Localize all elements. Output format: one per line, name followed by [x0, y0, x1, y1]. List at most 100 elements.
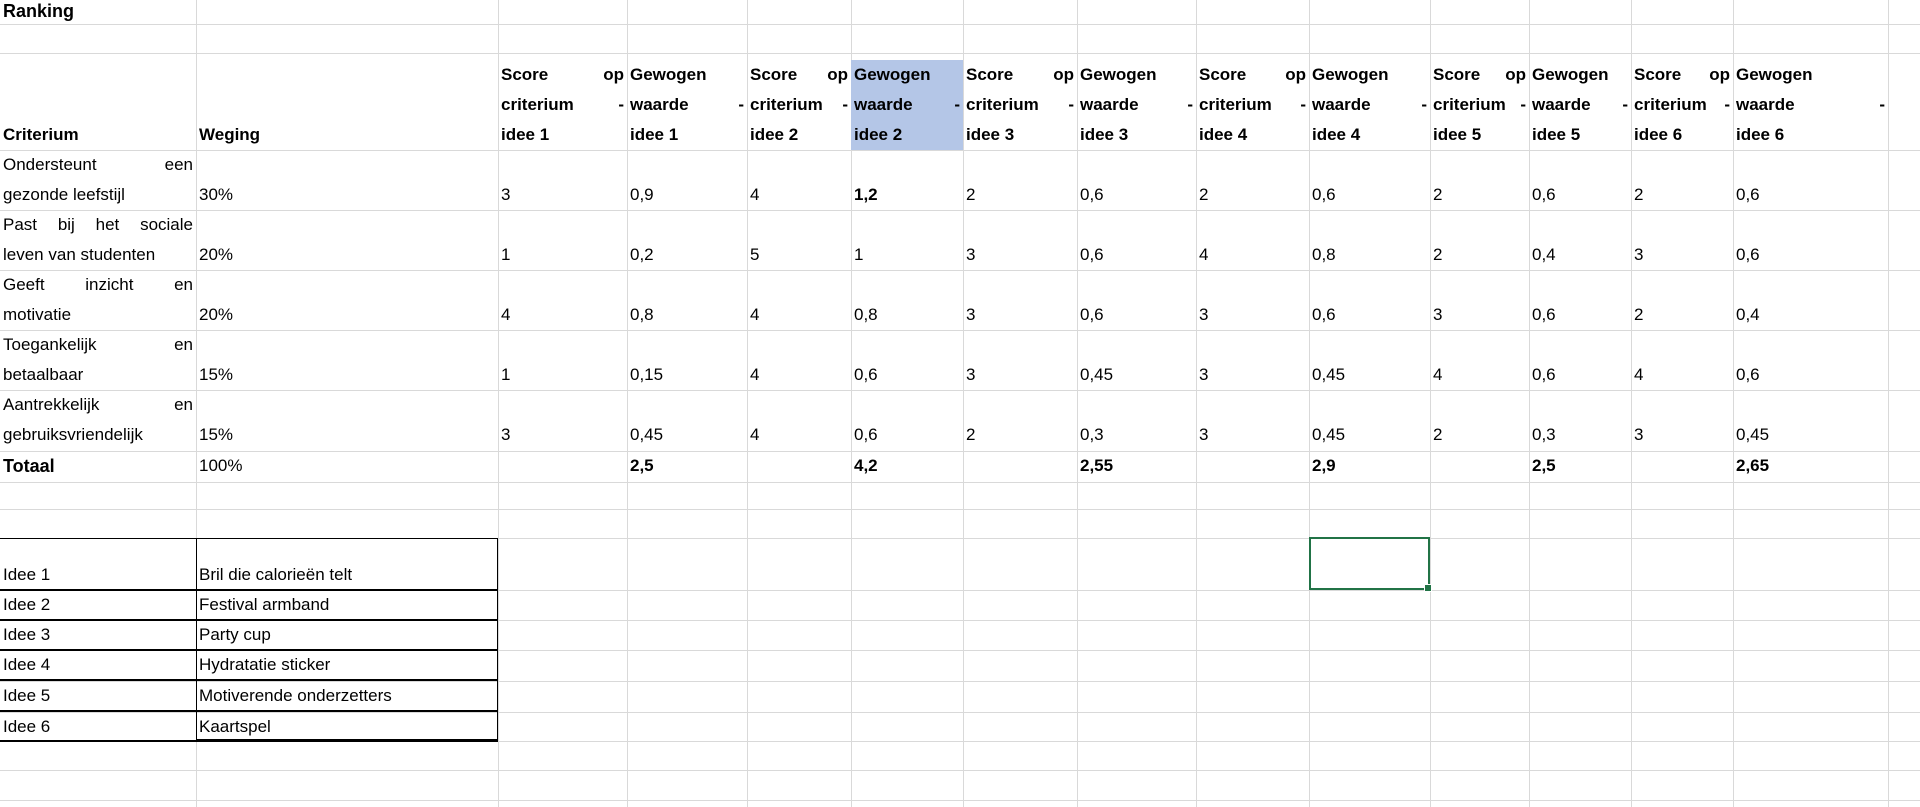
- weighted-cell[interactable]: 0,6: [1309, 180, 1430, 210]
- score-cell[interactable]: 1: [498, 240, 627, 270]
- legend-idea-name[interactable]: Party cup: [196, 620, 498, 650]
- weighted-cell[interactable]: 0,45: [1077, 360, 1196, 390]
- weging-value[interactable]: 30%: [196, 180, 498, 210]
- weighted-cell[interactable]: 0,6: [1733, 180, 1888, 210]
- weighted-cell[interactable]: 0,45: [1309, 420, 1430, 450]
- header-weighted-idee-5[interactable]: Gewogen waarde - idee 5: [1529, 60, 1631, 150]
- score-cell[interactable]: 4: [1196, 240, 1309, 270]
- weighted-cell[interactable]: 0,9: [627, 180, 747, 210]
- score-cell[interactable]: 4: [747, 180, 851, 210]
- score-cell[interactable]: 4: [1631, 360, 1733, 390]
- weighted-cell[interactable]: 0,6: [1529, 180, 1631, 210]
- total-label[interactable]: Totaal: [0, 451, 196, 481]
- legend-idea-name[interactable]: Bril die calorieën telt: [196, 560, 498, 590]
- header-score-idee-5[interactable]: Score op criterium - idee 5: [1430, 60, 1529, 150]
- legend-idea-id[interactable]: Idee 1: [0, 560, 196, 590]
- legend-idea-id[interactable]: Idee 6: [0, 712, 196, 742]
- header-score-idee-6[interactable]: Score op criterium - idee 6: [1631, 60, 1733, 150]
- score-cell[interactable]: 3: [1631, 240, 1733, 270]
- criterium-line-1[interactable]: Past bij het sociale: [0, 210, 196, 240]
- score-cell[interactable]: 2: [1631, 300, 1733, 330]
- total-weighted-idee-2[interactable]: 4,2: [851, 451, 963, 481]
- header-score-idee-1[interactable]: Score op criterium - idee 1: [498, 60, 627, 150]
- weighted-cell[interactable]: 0,6: [1529, 300, 1631, 330]
- selected-cell[interactable]: [1309, 537, 1432, 592]
- weighted-cell[interactable]: 0,4: [1733, 300, 1888, 330]
- score-cell[interactable]: 3: [963, 300, 1077, 330]
- legend-idea-name[interactable]: Kaartspel: [196, 712, 498, 742]
- weighted-cell[interactable]: 0,6: [1529, 360, 1631, 390]
- score-cell[interactable]: 3: [1196, 300, 1309, 330]
- score-cell[interactable]: 2: [963, 420, 1077, 450]
- legend-idea-id[interactable]: Idee 3: [0, 620, 196, 650]
- score-cell[interactable]: 4: [498, 300, 627, 330]
- weighted-cell[interactable]: 0,6: [851, 360, 963, 390]
- header-weging[interactable]: Weging: [196, 120, 498, 150]
- score-cell[interactable]: 3: [498, 420, 627, 450]
- weighted-cell[interactable]: 0,6: [1733, 240, 1888, 270]
- criterium-line-1[interactable]: Toegankelijk en: [0, 330, 196, 360]
- weighted-cell[interactable]: 0,6: [1077, 300, 1196, 330]
- weighted-cell[interactable]: 0,45: [627, 420, 747, 450]
- criterium-line-2[interactable]: gebruiksvriendelijk: [0, 420, 196, 450]
- score-cell[interactable]: 3: [1430, 300, 1529, 330]
- header-weighted-idee-1[interactable]: Gewogen waarde - idee 1: [627, 60, 747, 150]
- header-score-idee-3[interactable]: Score op criterium - idee 3: [963, 60, 1077, 150]
- score-cell[interactable]: 3: [963, 360, 1077, 390]
- weighted-cell[interactable]: 0,15: [627, 360, 747, 390]
- header-weighted-idee-4[interactable]: Gewogen waarde - idee 4: [1309, 60, 1430, 150]
- score-cell[interactable]: 2: [1196, 180, 1309, 210]
- score-cell[interactable]: 3: [1196, 420, 1309, 450]
- header-weighted-idee-6[interactable]: Gewogen waarde - idee 6: [1733, 60, 1888, 150]
- total-weighted-idee-3[interactable]: 2,55: [1077, 451, 1196, 481]
- legend-idea-id[interactable]: Idee 2: [0, 590, 196, 620]
- score-cell[interactable]: 4: [747, 300, 851, 330]
- sheet-title[interactable]: Ranking: [0, 0, 190, 24]
- score-cell[interactable]: 2: [1430, 240, 1529, 270]
- weighted-cell[interactable]: 0,45: [1309, 360, 1430, 390]
- score-cell[interactable]: 4: [1430, 360, 1529, 390]
- weighted-cell[interactable]: 1,2: [851, 180, 963, 210]
- weighted-cell[interactable]: 0,6: [1077, 180, 1196, 210]
- score-cell[interactable]: 2: [963, 180, 1077, 210]
- weighted-cell[interactable]: 0,8: [851, 300, 963, 330]
- weighted-cell[interactable]: 0,8: [1309, 240, 1430, 270]
- score-cell[interactable]: 5: [747, 240, 851, 270]
- total-weighted-idee-6[interactable]: 2,65: [1733, 451, 1888, 481]
- score-cell[interactable]: 1: [498, 360, 627, 390]
- weighted-cell[interactable]: 0,2: [627, 240, 747, 270]
- legend-idea-name[interactable]: Motiverende onderzetters: [196, 681, 498, 711]
- weighted-cell[interactable]: 0,6: [1733, 360, 1888, 390]
- criterium-line-2[interactable]: betaalbaar: [0, 360, 196, 390]
- weighted-cell[interactable]: 0,8: [627, 300, 747, 330]
- criterium-line-2[interactable]: leven van studenten: [0, 240, 196, 270]
- score-cell[interactable]: 2: [1430, 180, 1529, 210]
- weging-value[interactable]: 20%: [196, 240, 498, 270]
- header-criterium[interactable]: Criterium: [0, 120, 196, 150]
- legend-idea-id[interactable]: Idee 4: [0, 650, 196, 680]
- legend-idea-name[interactable]: Hydratatie sticker: [196, 650, 498, 680]
- score-cell[interactable]: 4: [747, 420, 851, 450]
- header-weighted-idee-2[interactable]: Gewogen waarde - idee 2: [851, 60, 963, 150]
- total-weighted-idee-4[interactable]: 2,9: [1309, 451, 1430, 481]
- weighted-cell[interactable]: 0,6: [851, 420, 963, 450]
- score-cell[interactable]: 2: [1631, 180, 1733, 210]
- criterium-line-2[interactable]: motivatie: [0, 300, 196, 330]
- criterium-line-2[interactable]: gezonde leefstijl: [0, 180, 196, 210]
- total-weighted-idee-5[interactable]: 2,5: [1529, 451, 1631, 481]
- total-weging[interactable]: 100%: [196, 451, 498, 481]
- criterium-line-1[interactable]: Ondersteunt een: [0, 150, 196, 180]
- header-score-idee-2[interactable]: Score op criterium - idee 2: [747, 60, 851, 150]
- weighted-cell[interactable]: 0,6: [1309, 300, 1430, 330]
- weging-value[interactable]: 15%: [196, 420, 498, 450]
- weighted-cell[interactable]: 0,4: [1529, 240, 1631, 270]
- header-score-idee-4[interactable]: Score op criterium - idee 4: [1196, 60, 1309, 150]
- weighted-cell[interactable]: 0,3: [1529, 420, 1631, 450]
- legend-idea-id[interactable]: Idee 5: [0, 681, 196, 711]
- legend-idea-name[interactable]: Festival armband: [196, 590, 498, 620]
- weging-value[interactable]: 20%: [196, 300, 498, 330]
- score-cell[interactable]: 3: [498, 180, 627, 210]
- score-cell[interactable]: 2: [1430, 420, 1529, 450]
- score-cell[interactable]: 3: [1196, 360, 1309, 390]
- score-cell[interactable]: 3: [1631, 420, 1733, 450]
